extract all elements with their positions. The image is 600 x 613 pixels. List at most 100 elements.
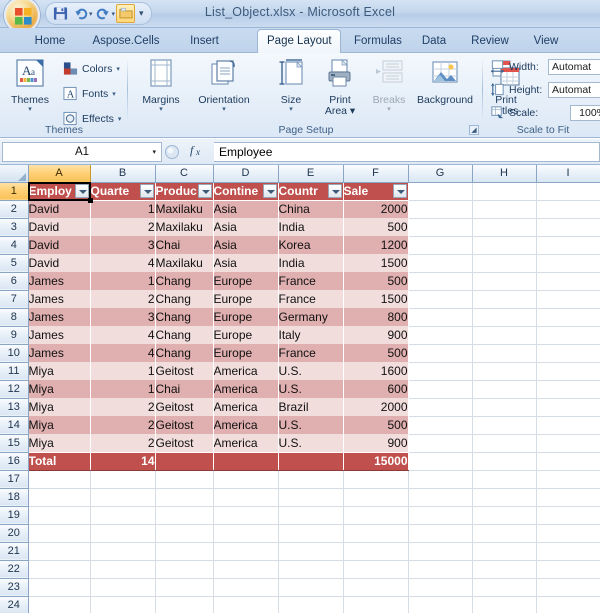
table-data-cell[interactable]: David [28,200,91,218]
table-data-cell[interactable]: 3 [90,308,156,326]
table-data-cell[interactable]: France [278,344,344,362]
table-data-cell[interactable]: Miya [28,416,91,434]
table-data-cell[interactable]: 1 [90,380,156,398]
empty-cell[interactable] [536,578,600,597]
breaks-button[interactable]: Breaks ▾ [361,58,417,113]
empty-cell[interactable] [90,470,156,489]
row-header-21[interactable]: 21 [0,542,29,561]
orientation-dropdown-arrow[interactable]: ▾ [187,106,261,113]
table-data-cell[interactable]: Chang [155,326,214,344]
breaks-dropdown-arrow[interactable]: ▾ [361,106,417,113]
empty-cell[interactable] [155,560,214,579]
table-total-cell[interactable] [155,451,214,471]
empty-cell[interactable] [408,542,473,561]
size-button[interactable]: Size ▾ [263,58,319,113]
table-data-cell[interactable]: Chang [155,290,214,308]
empty-cell[interactable] [213,506,279,525]
tab-review[interactable]: Review [462,30,518,53]
name-box-dropdown-arrow[interactable]: ▾ [152,148,156,156]
table-data-cell[interactable]: 1500 [343,290,409,308]
empty-cell[interactable] [213,470,279,489]
table-data-cell[interactable]: Chang [155,308,214,326]
margins-button[interactable]: Margins ▾ [133,58,189,113]
table-data-cell[interactable]: China [278,200,344,218]
empty-cell[interactable] [472,578,537,597]
table-data-cell[interactable]: Chai [155,380,214,398]
table-data-cell[interactable]: Geitost [155,416,214,434]
empty-cell[interactable] [278,596,344,613]
empty-cell[interactable] [408,290,473,309]
empty-cell[interactable] [155,506,214,525]
table-data-cell[interactable]: James [28,272,91,290]
empty-cell[interactable] [213,578,279,597]
table-data-cell[interactable]: Maxilaku [155,254,214,272]
themes-dropdown-arrow[interactable]: ▾ [2,106,58,113]
empty-cell[interactable] [536,560,600,579]
table-data-cell[interactable]: America [213,434,279,452]
table-data-cell[interactable]: 2 [90,416,156,434]
filter-dropdown-icon[interactable] [392,183,407,198]
table-header-cell[interactable]: Quarte [90,182,156,201]
empty-cell[interactable] [155,524,214,543]
row-header-10[interactable]: 10 [0,344,29,363]
empty-cell[interactable] [408,380,473,399]
scale-row[interactable]: Scale: [490,105,538,120]
empty-cell[interactable] [472,200,537,219]
empty-cell[interactable] [408,416,473,435]
empty-cell[interactable] [536,452,600,471]
empty-cell[interactable] [408,218,473,237]
empty-cell[interactable] [536,308,600,327]
table-data-cell[interactable]: 3 [90,236,156,254]
empty-cell[interactable] [213,488,279,507]
empty-cell[interactable] [536,362,600,381]
empty-cell[interactable] [343,542,409,561]
row-header-12[interactable]: 12 [0,380,29,399]
table-data-cell[interactable]: 4 [90,254,156,272]
empty-cell[interactable] [278,488,344,507]
table-data-cell[interactable]: 1500 [343,254,409,272]
row-header-18[interactable]: 18 [0,488,29,507]
table-data-cell[interactable]: Asia [213,200,279,218]
table-data-cell[interactable]: 1200 [343,236,409,254]
row-header-14[interactable]: 14 [0,416,29,435]
table-data-cell[interactable]: India [278,218,344,236]
empty-cell[interactable] [408,254,473,273]
page-setup-dialog-launcher[interactable]: ◢ [469,125,479,135]
empty-cell[interactable] [408,398,473,417]
empty-cell[interactable] [408,560,473,579]
empty-cell[interactable] [536,596,600,613]
table-data-cell[interactable]: 900 [343,434,409,452]
column-header-a[interactable]: A [28,165,91,183]
empty-cell[interactable] [408,488,473,507]
empty-cell[interactable] [472,254,537,273]
table-data-cell[interactable]: Chang [155,272,214,290]
empty-cell[interactable] [28,488,91,507]
table-data-cell[interactable]: America [213,416,279,434]
column-header-g[interactable]: G [408,165,473,183]
table-data-cell[interactable]: 500 [343,218,409,236]
table-data-cell[interactable]: James [28,308,91,326]
empty-cell[interactable] [278,524,344,543]
name-box[interactable]: A1 ▾ [2,141,162,162]
table-data-cell[interactable]: 2 [90,434,156,452]
table-total-cell[interactable]: 15000 [343,451,409,471]
table-header-cell[interactable]: Contine [213,182,279,201]
empty-cell[interactable] [90,596,156,613]
tab-page-layout[interactable]: Page Layout [257,29,341,53]
empty-cell[interactable] [343,524,409,543]
empty-cell[interactable] [408,362,473,381]
empty-cell[interactable] [536,344,600,363]
row-header-24[interactable]: 24 [0,596,29,613]
table-data-cell[interactable]: James [28,326,91,344]
empty-cell[interactable] [472,218,537,237]
table-data-cell[interactable]: Geitost [155,434,214,452]
row-header-19[interactable]: 19 [0,506,29,525]
empty-cell[interactable] [278,578,344,597]
empty-cell[interactable] [213,542,279,561]
insert-function-button[interactable]: f x [182,143,214,161]
empty-cell[interactable] [536,542,600,561]
table-data-cell[interactable]: America [213,380,279,398]
row-header-2[interactable]: 2 [0,200,29,219]
empty-cell[interactable] [472,380,537,399]
empty-cell[interactable] [408,524,473,543]
